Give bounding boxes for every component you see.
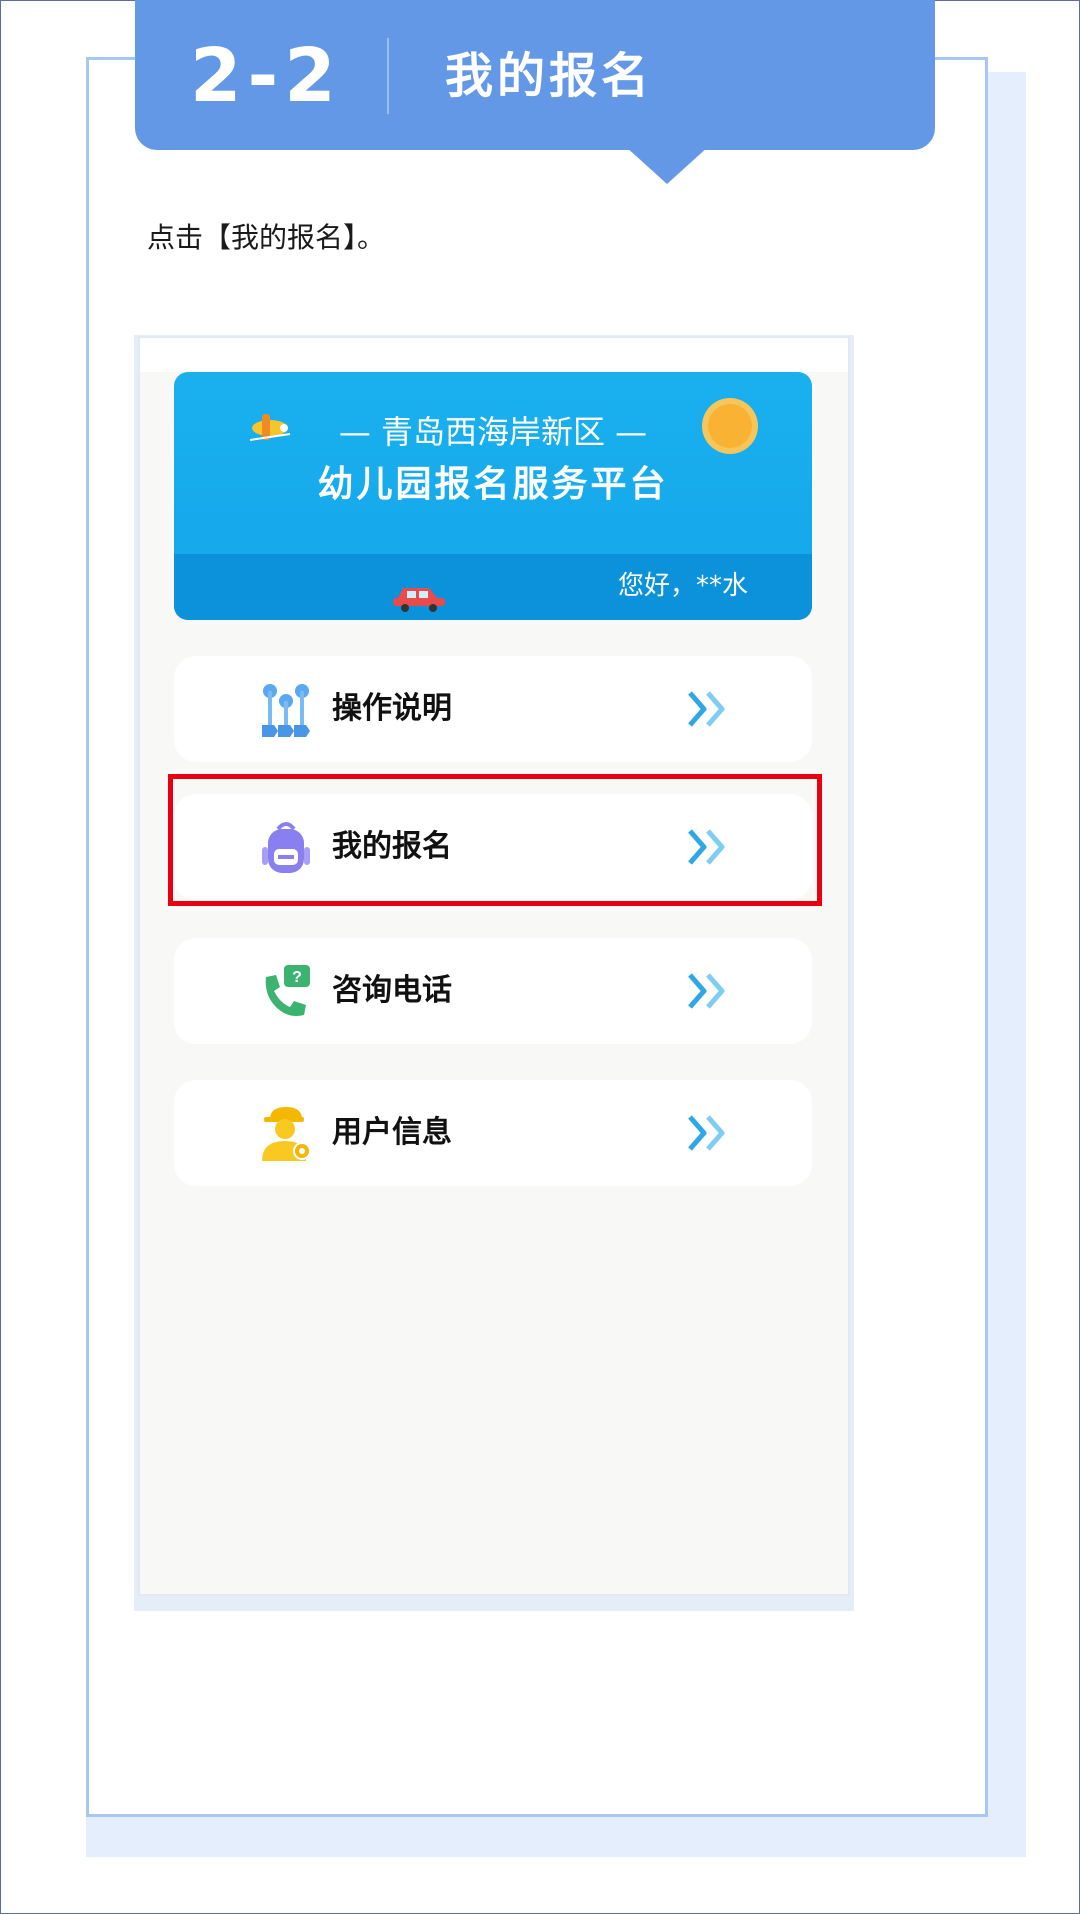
- menu-item-instructions[interactable]: 操作说明: [174, 656, 812, 762]
- header-pointer: [625, 146, 709, 184]
- double-chevron-right-icon: [688, 973, 725, 1009]
- platform-banner: — 青岛西海岸新区 — 幼儿园报名服务平台 您好，**水: [174, 372, 812, 620]
- menu-item-user-info[interactable]: 用户信息: [174, 1080, 812, 1186]
- user-icon: [262, 1107, 311, 1161]
- highlight-box: [168, 774, 822, 906]
- instruction-text: 点击【我的报名】。: [147, 221, 386, 254]
- step-header: 2-2 我的报名: [135, 0, 935, 184]
- step-number: 2-2: [190, 33, 342, 119]
- menu-label: 用户信息: [332, 1115, 452, 1150]
- screenshot-top-bar: [140, 338, 848, 372]
- phone-icon: ?: [265, 965, 310, 1016]
- menu-item-hotline[interactable]: ? 咨询电话: [174, 938, 812, 1044]
- svg-text:?: ?: [292, 969, 302, 986]
- menu-label: 操作说明: [332, 691, 452, 726]
- user-greeting: 您好，**水: [617, 571, 748, 601]
- menu-label: 咨询电话: [332, 973, 452, 1008]
- banner-platform-title: 幼儿园报名服务平台: [317, 464, 669, 505]
- steps-icon: [262, 684, 310, 737]
- banner-region-title: — 青岛西海岸新区 —: [338, 413, 648, 451]
- step-title: 我的报名: [445, 48, 654, 104]
- double-chevron-right-icon: [688, 691, 725, 727]
- double-chevron-right-icon: [688, 1115, 725, 1151]
- header-divider: [387, 38, 389, 114]
- toy-car-icon: [393, 588, 445, 612]
